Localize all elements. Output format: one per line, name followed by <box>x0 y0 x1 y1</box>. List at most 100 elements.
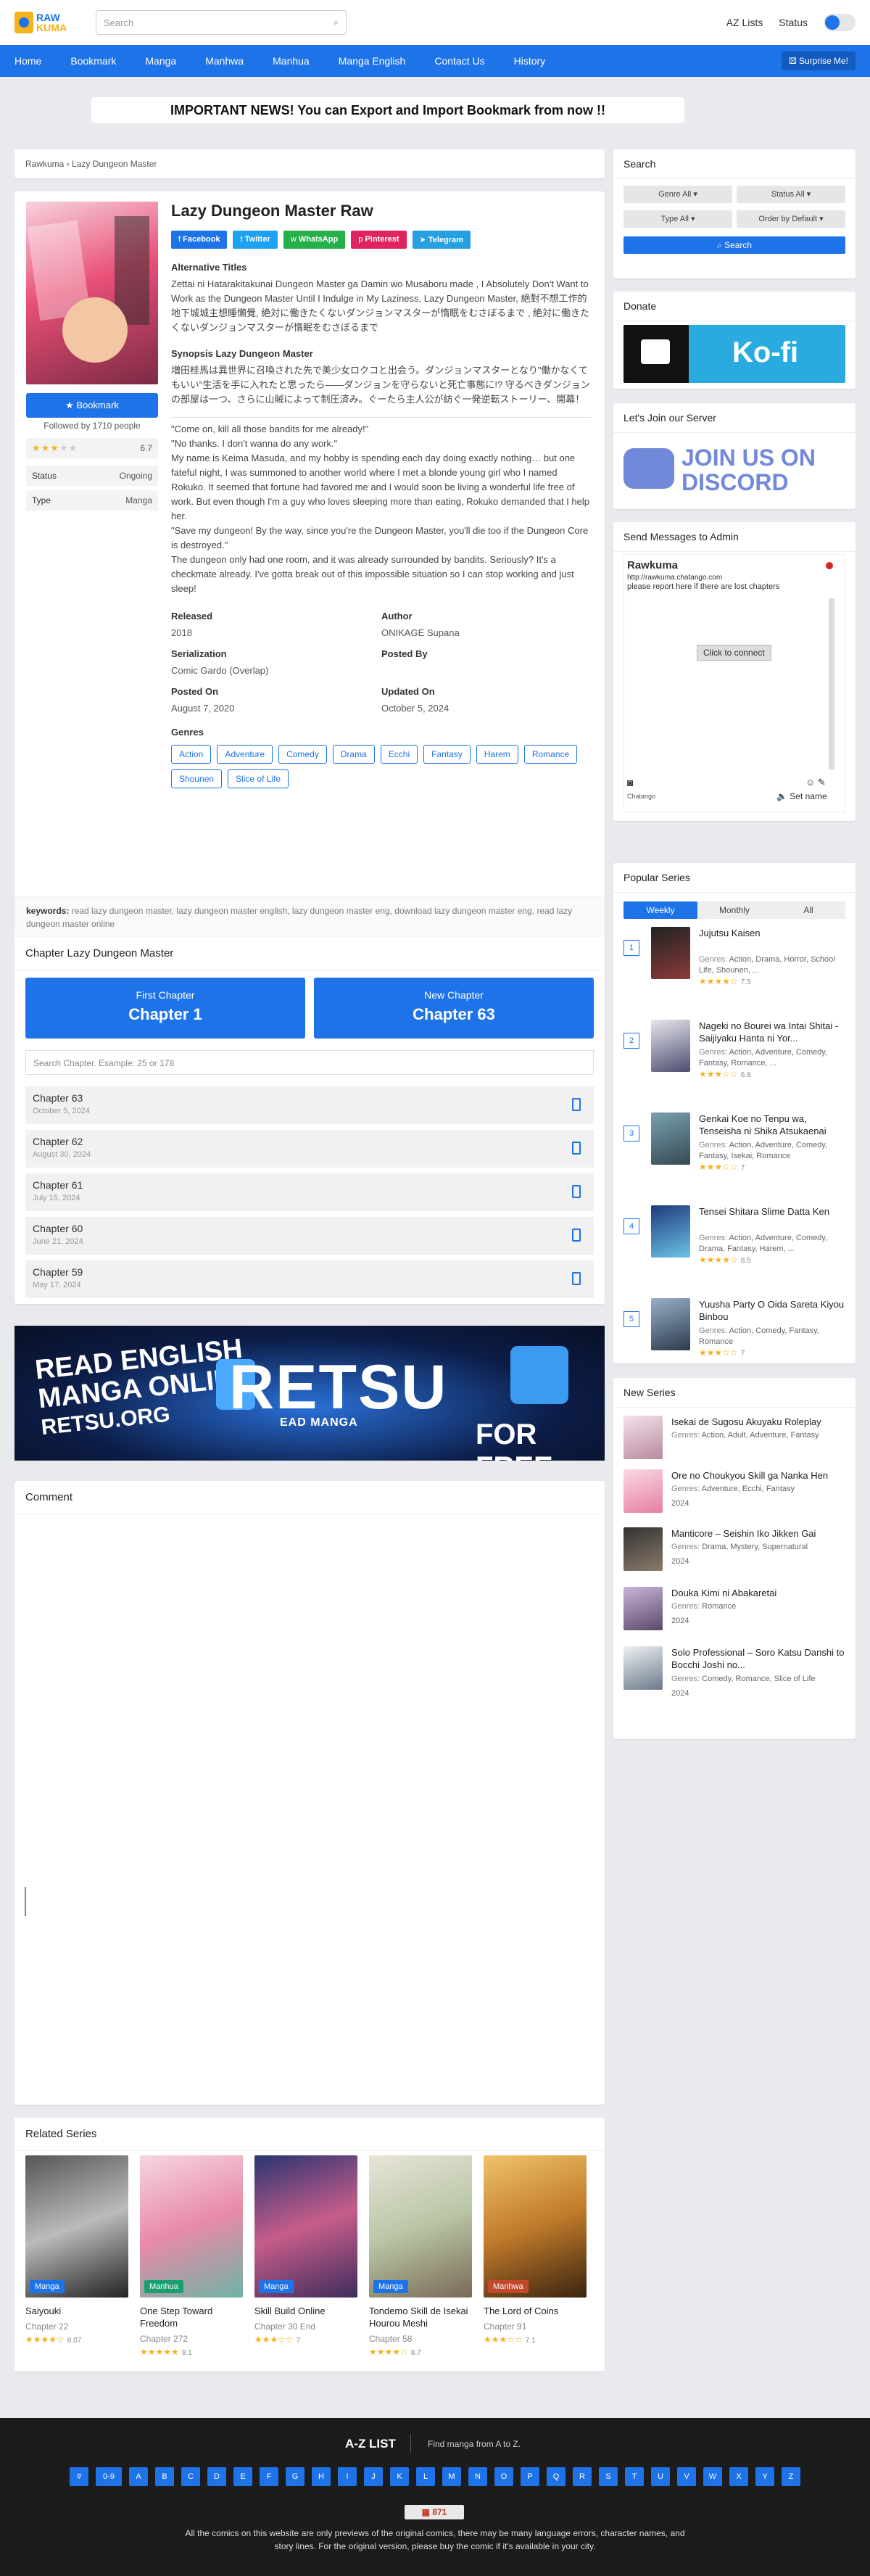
new-series-title[interactable]: Douka Kimi ni Abakaretai <box>671 1587 845 1599</box>
nav-manga[interactable]: Manga <box>145 55 176 67</box>
az-letter[interactable]: V <box>677 2467 696 2486</box>
related-item[interactable]: Manhwa The Lord of Coins Chapter 91 ★★★☆… <box>484 2155 587 2357</box>
share-twitter-button[interactable]: t Twitter <box>233 231 278 249</box>
tab-all[interactable]: All <box>771 901 845 919</box>
az-letter[interactable]: A <box>129 2467 148 2486</box>
az-lists-link[interactable]: AZ Lists <box>726 17 763 28</box>
nav-manga-english[interactable]: Manga English <box>339 55 406 67</box>
az-letter[interactable]: L <box>416 2467 435 2486</box>
genre-tag[interactable]: Comedy <box>278 745 327 764</box>
new-series-item[interactable]: Solo Professional – Soro Katsu Danshi to… <box>624 1646 845 1704</box>
camera-icon[interactable]: ◙ <box>627 777 633 788</box>
status-link[interactable]: Status <box>779 17 808 28</box>
new-series-item[interactable]: Douka Kimi ni Abakaretai Genres: Romance 2… <box>624 1587 845 1645</box>
genre-tag[interactable]: Action <box>171 745 212 764</box>
new-series-title[interactable]: Isekai de Sugosu Akuyaku Roleplay <box>671 1416 845 1428</box>
search-icon[interactable]: ⌕ <box>334 17 339 28</box>
chapter-row[interactable]: Chapter 62 August 30, 2024 <box>25 1130 594 1168</box>
type-select[interactable]: Type All ▾ <box>624 210 732 228</box>
nav-contact-us[interactable]: Contact Us <box>434 55 484 67</box>
nav-manhua[interactable]: Manhua <box>273 55 310 67</box>
az-letter[interactable]: Q <box>547 2467 566 2486</box>
related-title[interactable]: Skill Build Online <box>254 2305 357 2317</box>
search-input[interactable]: Search ⌕ <box>96 10 347 35</box>
related-title[interactable]: Tondemo Skill de Isekai Hourou Meshi <box>369 2305 472 2329</box>
az-letter[interactable]: # <box>70 2467 88 2486</box>
chat-connect-button[interactable]: Click to connect <box>697 645 771 661</box>
new-series-title[interactable]: Solo Professional – Soro Katsu Danshi to… <box>671 1646 845 1671</box>
share-pinterest-button[interactable]: p Pinterest <box>351 231 407 249</box>
az-letter[interactable]: W <box>703 2467 722 2486</box>
share-whatsapp-button[interactable]: w WhatsApp <box>283 231 346 249</box>
related-title[interactable]: One Step Toward Freedom <box>140 2305 243 2329</box>
retsu-ad-banner[interactable]: READ ENGLISH MANGA ONLINE RETSU.ORG RETSU E… <box>14 1326 605 1461</box>
new-series-title[interactable]: Ore no Choukyou Skill ga Nanka Hen <box>671 1469 845 1482</box>
related-title[interactable]: Saiyouki <box>25 2305 128 2317</box>
az-letter[interactable]: E <box>233 2467 252 2486</box>
share-facebook-button[interactable]: f Facebook <box>171 231 228 249</box>
az-letter[interactable]: T <box>625 2467 644 2486</box>
popular-item[interactable]: 3 Genkai Koe no Tenpu wa, Tenseisha ni Sh… <box>624 1112 845 1194</box>
popular-title[interactable]: Genkai Koe no Tenpu wa, Tenseisha ni Shi… <box>699 1112 845 1137</box>
dark-mode-toggle[interactable] <box>824 14 856 31</box>
az-letter[interactable]: 0-9 <box>96 2467 122 2486</box>
emoji-icon[interactable]: ☺ ✎ <box>805 777 826 788</box>
genre-tag[interactable]: Romance <box>523 745 578 764</box>
chapter-row[interactable]: Chapter 61 July 15, 2024 <box>25 1173 594 1211</box>
related-item[interactable]: Manga Saiyouki Chapter 22 ★★★★☆ 8.07 <box>25 2155 128 2357</box>
nav-manhwa[interactable]: Manhwa <box>205 55 244 67</box>
sidebar-search-button[interactable]: ⌕ Search <box>624 236 845 254</box>
kofi-button[interactable]: Ko-fi <box>624 325 845 383</box>
nav-home[interactable]: Home <box>14 55 41 67</box>
genre-tag[interactable]: Shounen <box>171 769 223 788</box>
genre-tag[interactable]: Drama <box>332 745 375 764</box>
first-chapter-button[interactable]: First Chapter Chapter 1 <box>25 978 305 1039</box>
chapter-search-input[interactable]: Search Chapter. Example: 25 or 178 <box>25 1050 594 1075</box>
az-letter[interactable]: N <box>468 2467 487 2486</box>
share-telegram-button[interactable]: ➤ Telegram <box>412 231 471 249</box>
chat-url[interactable]: http://rawkuma.chatango.com <box>627 574 722 582</box>
nav-history[interactable]: History <box>514 55 546 67</box>
status-select[interactable]: Status All ▾ <box>737 186 845 203</box>
related-item[interactable]: Manhua One Step Toward Freedom Chapter 2… <box>140 2155 243 2357</box>
order-select[interactable]: Order by Default ▾ <box>737 210 845 228</box>
az-letter[interactable]: F <box>260 2467 278 2486</box>
genre-tag[interactable]: Ecchi <box>380 745 418 764</box>
download-icon[interactable] <box>572 1229 581 1242</box>
chapter-row[interactable]: Chapter 59 May 17, 2024 <box>25 1260 594 1298</box>
az-letter[interactable]: B <box>155 2467 174 2486</box>
tab-weekly[interactable]: Weekly <box>624 901 697 919</box>
download-icon[interactable] <box>572 1098 581 1111</box>
chapter-row[interactable]: Chapter 60 June 21, 2024 <box>25 1217 594 1255</box>
popular-item[interactable]: 4 Tensei Shitara Slime Datta Ken Genres: A… <box>624 1205 845 1287</box>
download-icon[interactable] <box>572 1185 581 1198</box>
az-letter[interactable]: K <box>390 2467 409 2486</box>
new-chapter-button[interactable]: New Chapter Chapter 63 <box>314 978 594 1039</box>
set-name-button[interactable]: 🔈 Set name <box>776 791 827 801</box>
new-series-item[interactable]: Manticore – Seishin Iko Jikken Gai Genres… <box>624 1527 845 1585</box>
related-item[interactable]: Manga Skill Build Online Chapter 30 End … <box>254 2155 357 2357</box>
popular-title[interactable]: Yuusha Party O Oida Sareta Kiyou Binbou <box>699 1298 845 1323</box>
tab-monthly[interactable]: Monthly <box>697 901 771 919</box>
breadcrumb[interactable]: Rawkuma › Lazy Dungeon Master <box>14 149 605 178</box>
az-letter[interactable]: R <box>573 2467 592 2486</box>
az-letter[interactable]: P <box>521 2467 539 2486</box>
chat-box[interactable]: Rawkuma http://rawkuma.chatango.com plea… <box>624 554 845 812</box>
popular-title[interactable]: Nageki no Bourei wa Intai Shitai - Saiji… <box>699 1020 845 1044</box>
az-letter[interactable]: Y <box>755 2467 774 2486</box>
related-title[interactable]: The Lord of Coins <box>484 2305 587 2317</box>
az-letter[interactable]: S <box>599 2467 618 2486</box>
genre-select[interactable]: Genre All ▾ <box>624 186 732 203</box>
new-series-item[interactable]: Isekai de Sugosu Akuyaku Roleplay Genres:… <box>624 1416 845 1474</box>
genre-tag[interactable]: Harem <box>476 745 518 764</box>
site-logo[interactable]: RAW KUMA <box>14 12 67 33</box>
bookmark-button[interactable]: ★ Bookmark <box>26 393 158 418</box>
az-letter[interactable]: D <box>207 2467 226 2486</box>
new-series-title[interactable]: Manticore – Seishin Iko Jikken Gai <box>671 1527 845 1540</box>
surprise-me-button[interactable]: ⚄ Surprise Me! <box>782 51 856 70</box>
related-item[interactable]: Manga Tondemo Skill de Isekai Hourou Mes… <box>369 2155 472 2357</box>
popular-item[interactable]: 1 Jujutsu Kaisen Genres: Action, Drama, Ho… <box>624 927 845 1008</box>
az-letter[interactable]: Z <box>782 2467 800 2486</box>
az-letter[interactable]: J <box>364 2467 383 2486</box>
genre-tag[interactable]: Slice of Life <box>228 769 289 788</box>
